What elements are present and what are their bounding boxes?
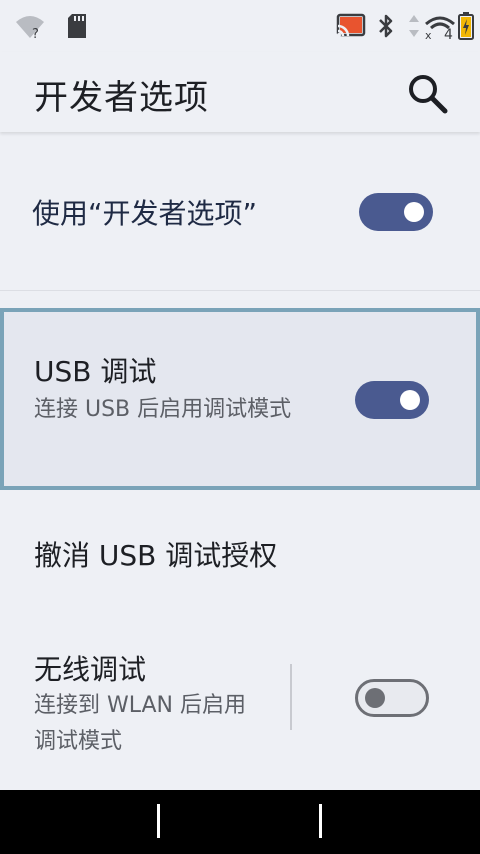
- page-title: 开发者选项: [34, 78, 209, 118]
- nav-home-button[interactable]: [319, 804, 322, 838]
- master-switch-toggle[interactable]: [359, 193, 433, 231]
- status-bar: ? x 4: [0, 0, 480, 52]
- divider: [0, 290, 480, 291]
- wireless-debugging-title: 无线调试: [34, 653, 147, 686]
- toggle-knob: [365, 688, 385, 708]
- usb-debugging-row[interactable]: USB 调试 连接 USB 后启用调试模式: [0, 308, 480, 490]
- bluetooth-icon: [379, 14, 393, 38]
- signal-icon: x 4: [425, 16, 455, 40]
- toggle-knob: [400, 390, 420, 410]
- developer-options-master-row[interactable]: 使用“开发者选项”: [0, 134, 480, 290]
- data-arrows-icon: [409, 15, 419, 37]
- wireless-debugging-row[interactable]: 无线调试 连接到 WLAN 后启用调试模式: [0, 612, 480, 790]
- toggle-knob: [404, 202, 424, 222]
- wifi-unknown-icon: ?: [16, 16, 44, 40]
- sd-card-icon: [68, 14, 86, 38]
- master-switch-label: 使用“开发者选项”: [32, 197, 258, 230]
- search-icon[interactable]: [404, 70, 450, 116]
- usb-debugging-toggle[interactable]: [355, 381, 429, 419]
- usb-debugging-title: USB 调试: [34, 355, 157, 388]
- wireless-debugging-toggle[interactable]: [355, 679, 429, 717]
- svg-text:x: x: [425, 29, 432, 40]
- svg-text:?: ?: [32, 27, 39, 40]
- usb-debugging-summary: 连接 USB 后启用调试模式: [34, 397, 292, 422]
- cast-icon: [336, 13, 366, 37]
- battery-charging-icon: [458, 12, 474, 40]
- app-bar: 开发者选项: [0, 52, 480, 132]
- vertical-divider: [290, 664, 292, 730]
- nav-back-button[interactable]: [157, 804, 160, 838]
- wireless-debugging-summary: 连接到 WLAN 后启用调试模式: [34, 693, 247, 754]
- navigation-bar: [0, 790, 480, 854]
- revoke-usb-authorizations-row[interactable]: 撤消 USB 调试授权: [0, 490, 480, 610]
- revoke-usb-authorizations-title: 撤消 USB 调试授权: [34, 539, 278, 572]
- svg-text:4: 4: [444, 27, 453, 40]
- screen: ? x 4 开发者选项 使用“开发者选项” USB 调试 连接 USB 后启用调…: [0, 0, 480, 854]
